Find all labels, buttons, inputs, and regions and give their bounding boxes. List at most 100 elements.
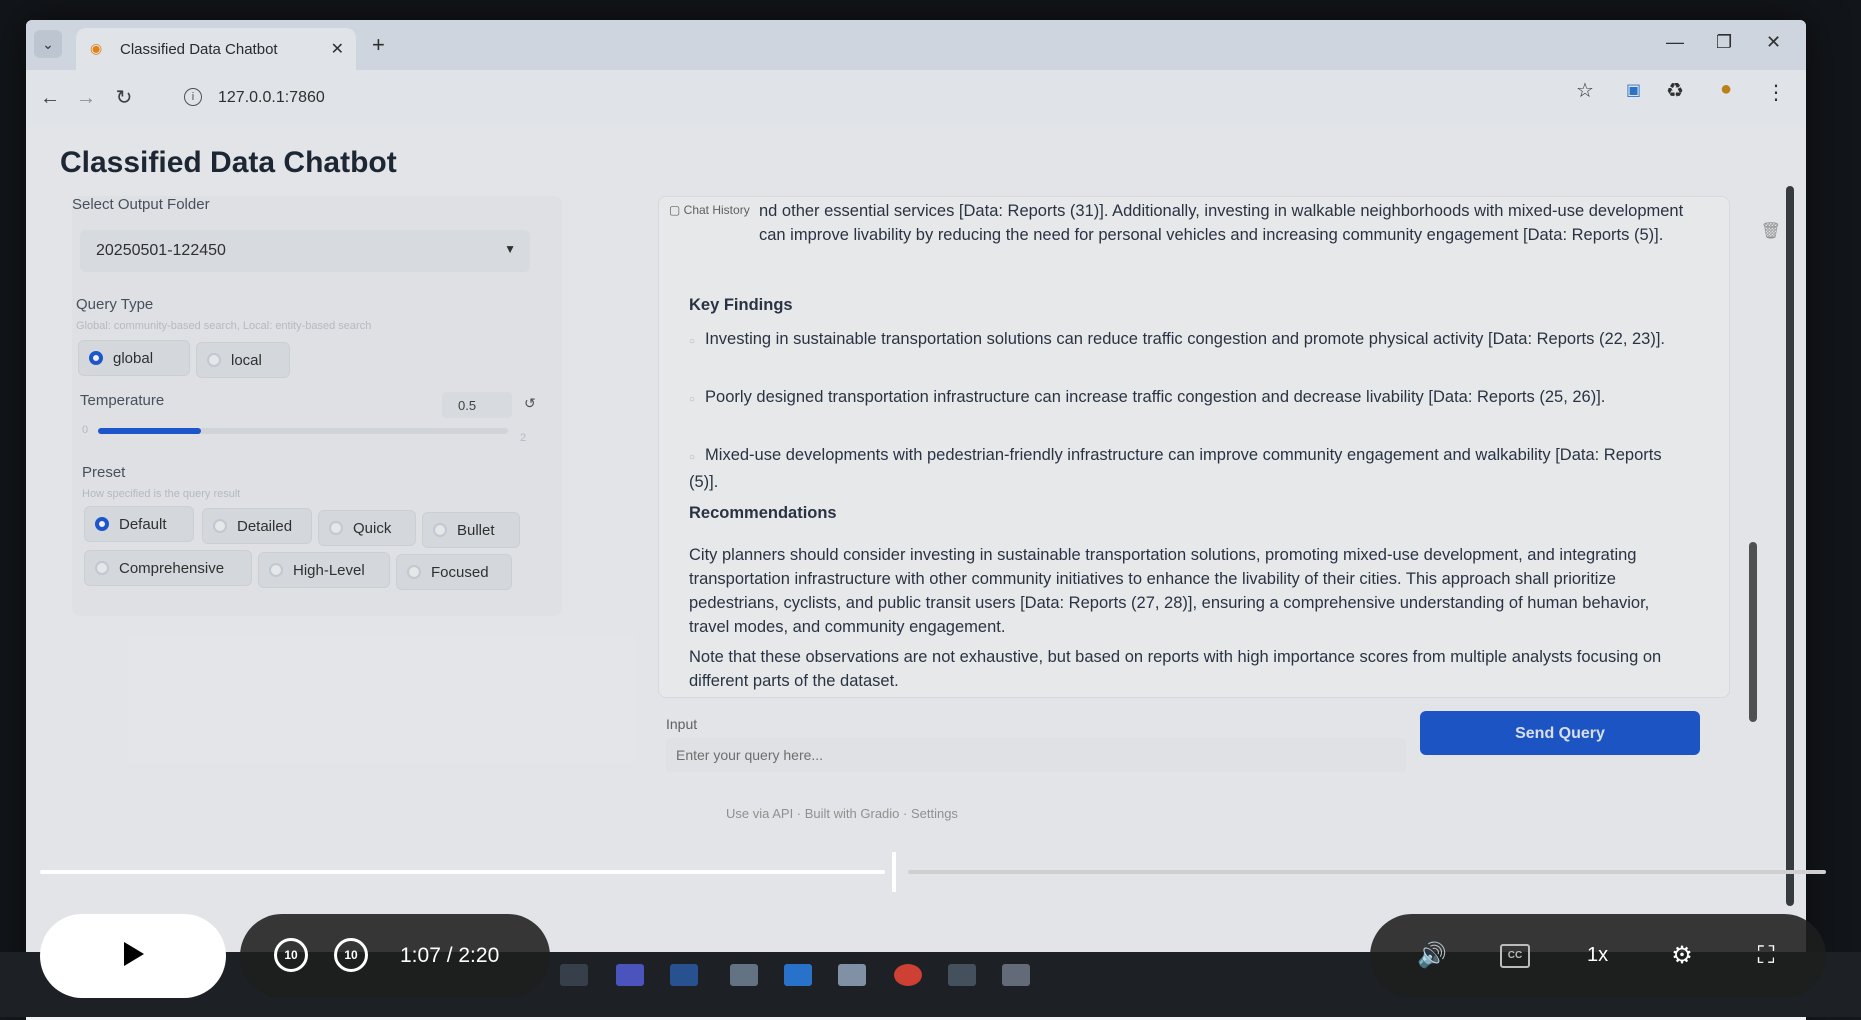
reset-icon[interactable]: ↺ — [524, 395, 536, 412]
settings-gear-icon[interactable]: ⚙ — [1662, 938, 1702, 974]
temperature-value: 0.5 — [458, 398, 477, 413]
footer-links[interactable]: Use via API · Built with Gradio · Settin… — [726, 806, 958, 821]
radio-label: Default — [119, 516, 167, 533]
profile-avatar[interactable]: ● — [1720, 78, 1732, 101]
bookmark-star-icon[interactable]: ☆ — [1576, 78, 1594, 103]
rewind-10-icon[interactable]: 10 — [274, 938, 308, 972]
send-query-button[interactable]: Send Query — [1420, 711, 1700, 755]
page-scrollbar[interactable] — [1786, 186, 1794, 906]
chat-history-label: ▢ Chat History — [669, 203, 750, 217]
video-progress-bar[interactable] — [40, 852, 1826, 892]
chat-history-text: Chat History — [683, 203, 750, 217]
preset-default-radio[interactable]: Default — [84, 506, 194, 542]
chat-paragraph-1: nd other essential services [Data: Repor… — [759, 202, 1684, 244]
extensions-puzzle-icon[interactable]: ♻ — [1666, 78, 1684, 103]
video-controls-left: 10 10 1:07 / 2:20 — [240, 914, 550, 998]
progress-scrubber[interactable] — [892, 852, 896, 892]
preset-info: How specified is the query result — [82, 488, 241, 500]
teams-icon[interactable] — [616, 964, 644, 986]
finding-text: Investing in sustainable transportation … — [705, 330, 1666, 348]
radio-dot — [213, 519, 227, 533]
close-window-button[interactable]: ✕ — [1766, 32, 1781, 53]
progress-played — [40, 870, 885, 874]
radio-dot — [433, 523, 447, 537]
preset-high-level-radio[interactable]: High-Level — [258, 552, 390, 588]
query-type-local-radio[interactable]: local — [196, 342, 290, 378]
recommendations-heading: Recommendations — [689, 504, 837, 522]
preset-label: Preset — [82, 464, 126, 481]
query-type-info: Global: community-based search, Local: e… — [76, 320, 372, 332]
settings-panel: Select Output Folder 20250501-122450 ▼ Q… — [72, 196, 562, 616]
input-label: Input — [666, 716, 698, 732]
site-info-icon[interactable]: i — [184, 88, 202, 106]
preset-quick-radio[interactable]: Quick — [318, 510, 416, 546]
chrome-icon[interactable] — [894, 964, 922, 986]
app-icon[interactable] — [838, 964, 866, 986]
radio-label: Focused — [431, 564, 489, 581]
temperature-number-input[interactable]: 0.5 — [442, 392, 512, 418]
output-folder-label: Select Output Folder — [72, 196, 210, 213]
file-explorer-icon[interactable] — [560, 964, 588, 986]
finding-text: Poorly designed transportation infrastru… — [705, 388, 1606, 406]
browser-tab[interactable]: ◉ Classified Data Chatbot ✕ — [76, 28, 356, 70]
radio-dot — [269, 563, 283, 577]
radio-dot — [329, 521, 343, 535]
radio-dot — [407, 565, 421, 579]
browser-toolbar: ← → ↻ i 127.0.0.1:7860 — ❐ ✕ ☆ ▣ ♻ ● ⋮ — [26, 32, 1806, 126]
minimize-button[interactable]: — — [1666, 32, 1684, 53]
temperature-slider[interactable] — [98, 428, 508, 434]
reload-button[interactable]: ↻ — [110, 84, 138, 112]
tab-close-icon[interactable]: ✕ — [331, 39, 344, 59]
temperature-label: Temperature — [80, 392, 165, 409]
restore-button[interactable]: ❐ — [1716, 32, 1732, 53]
browser-menu-icon[interactable]: ⋮ — [1766, 80, 1786, 105]
output-folder-value: 20250501-122450 — [96, 242, 226, 259]
bullet-icon: ○ — [689, 394, 696, 405]
gradio-app: Classified Data Chatbot Select Output Fo… — [26, 126, 1806, 1020]
volume-icon[interactable]: 🔊 — [1412, 938, 1452, 974]
radio-label: Quick — [353, 520, 392, 537]
key-findings-heading: Key Findings — [689, 296, 793, 314]
radio-label: Bullet — [457, 522, 495, 539]
progress-remaining — [908, 870, 1826, 874]
bullet-icon: ○ — [689, 452, 696, 463]
finding-item-1: ○ Investing in sustainable transportation… — [689, 327, 1669, 354]
slider-max-label: 2 — [520, 432, 527, 444]
app-icon[interactable] — [1002, 964, 1030, 986]
forward-10-icon[interactable]: 10 — [334, 938, 368, 972]
fullscreen-icon[interactable]: ⛶ — [1746, 938, 1786, 974]
note-text: Note that these observations are not exh… — [689, 648, 1662, 690]
tab-search-button[interactable]: ⌄ — [34, 30, 62, 58]
chevron-down-icon: ▼ — [504, 242, 516, 256]
finding-text: Mixed-use developments with pedestrian-f… — [689, 446, 1662, 491]
word-icon[interactable] — [670, 964, 698, 986]
back-button[interactable]: ← — [36, 84, 64, 112]
app-icon[interactable] — [948, 964, 976, 986]
query-type-global-radio[interactable]: global — [78, 340, 190, 376]
trash-icon[interactable]: 🗑 — [1761, 221, 1781, 241]
preset-detailed-radio[interactable]: Detailed — [202, 508, 312, 544]
preset-bullet-radio[interactable]: Bullet — [422, 512, 520, 548]
query-type-label: Query Type — [76, 296, 154, 313]
new-tab-button[interactable]: + — [372, 32, 385, 58]
preset-focused-radio[interactable]: Focused — [396, 554, 512, 590]
play-icon — [124, 942, 144, 966]
video-time: 1:07 / 2:20 — [400, 944, 500, 967]
vscode-icon[interactable] — [784, 964, 812, 986]
captions-icon[interactable]: CC — [1500, 944, 1530, 968]
output-folder-dropdown[interactable]: 20250501-122450 ▼ — [80, 230, 530, 272]
play-button[interactable] — [40, 914, 226, 998]
radio-label: Detailed — [237, 518, 293, 535]
gradio-favicon-icon: ◉ — [90, 40, 103, 56]
extension-icon[interactable]: ▣ — [1626, 80, 1641, 100]
forward-button[interactable]: → — [72, 84, 100, 112]
app-icon[interactable] — [730, 964, 758, 986]
address-bar[interactable]: i 127.0.0.1:7860 — [176, 80, 1256, 116]
query-input[interactable] — [666, 738, 1406, 772]
playback-speed[interactable]: 1x — [1587, 944, 1608, 967]
preset-comprehensive-radio[interactable]: Comprehensive — [84, 550, 252, 586]
radio-dot — [207, 353, 221, 367]
radio-label: High-Level — [293, 562, 365, 579]
page-title: Classified Data Chatbot — [60, 146, 397, 179]
chat-scrollbar[interactable] — [1749, 542, 1757, 722]
